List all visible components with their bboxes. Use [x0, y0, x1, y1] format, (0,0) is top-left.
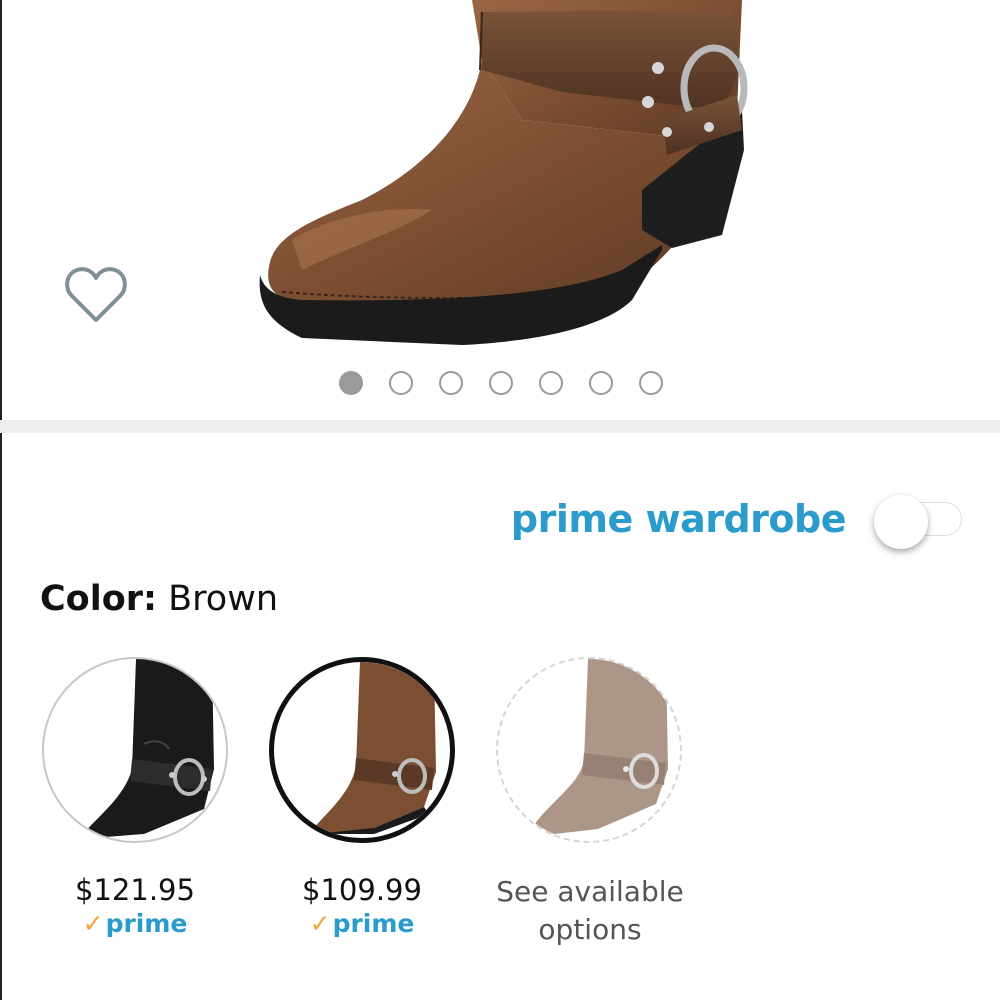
see-available-options-link[interactable]: See available options: [490, 873, 690, 949]
prime-badge-brown: ✓prime: [267, 909, 457, 938]
color-selection-label: Color: Brown: [40, 579, 278, 619]
prime-wardrobe-row: prime wardrobe: [510, 495, 964, 549]
price-black: $121.95: [75, 873, 195, 907]
tan-boot-thumbnail: [528, 659, 668, 837]
image-dot-7[interactable]: [639, 371, 663, 395]
see-options-line2: options: [538, 913, 642, 946]
wishlist-heart-icon[interactable]: [64, 264, 128, 326]
brown-boot-thumbnail: [309, 662, 436, 834]
prime-label: prime: [332, 909, 415, 938]
prime-check-icon: ✓: [309, 909, 331, 938]
color-value: Brown: [168, 579, 279, 619]
color-swatch-brown[interactable]: [269, 657, 455, 843]
image-pagination-dots[interactable]: [339, 371, 663, 395]
image-dot-1[interactable]: [339, 371, 363, 395]
image-dot-5[interactable]: [539, 371, 563, 395]
image-dot-6[interactable]: [589, 371, 613, 395]
section-divider: [0, 420, 1000, 433]
image-dot-4[interactable]: [489, 371, 513, 395]
prime-check-icon: ✓: [82, 909, 104, 938]
see-options-line1: See available: [496, 875, 684, 908]
color-swatch-tan[interactable]: [496, 657, 682, 843]
product-image-gallery[interactable]: [0, 0, 1000, 420]
prime-label: prime: [105, 909, 188, 938]
black-boot-thumbnail: [79, 659, 214, 839]
color-label: Color:: [40, 579, 158, 619]
prime-wardrobe-toggle[interactable]: [874, 495, 964, 549]
price-brown: $109.99: [302, 873, 422, 907]
prime-badge-black: ✓prime: [40, 909, 230, 938]
variant-section: prime wardrobe Color: Brown $121.95 ✓pri…: [0, 433, 1000, 1000]
image-dot-2[interactable]: [389, 371, 413, 395]
prime-wardrobe-label: prime wardrobe: [510, 497, 847, 541]
color-swatch-black[interactable]: [42, 657, 228, 843]
toggle-knob: [874, 495, 928, 549]
product-image-boot: [259, 0, 748, 345]
image-dot-3[interactable]: [439, 371, 463, 395]
